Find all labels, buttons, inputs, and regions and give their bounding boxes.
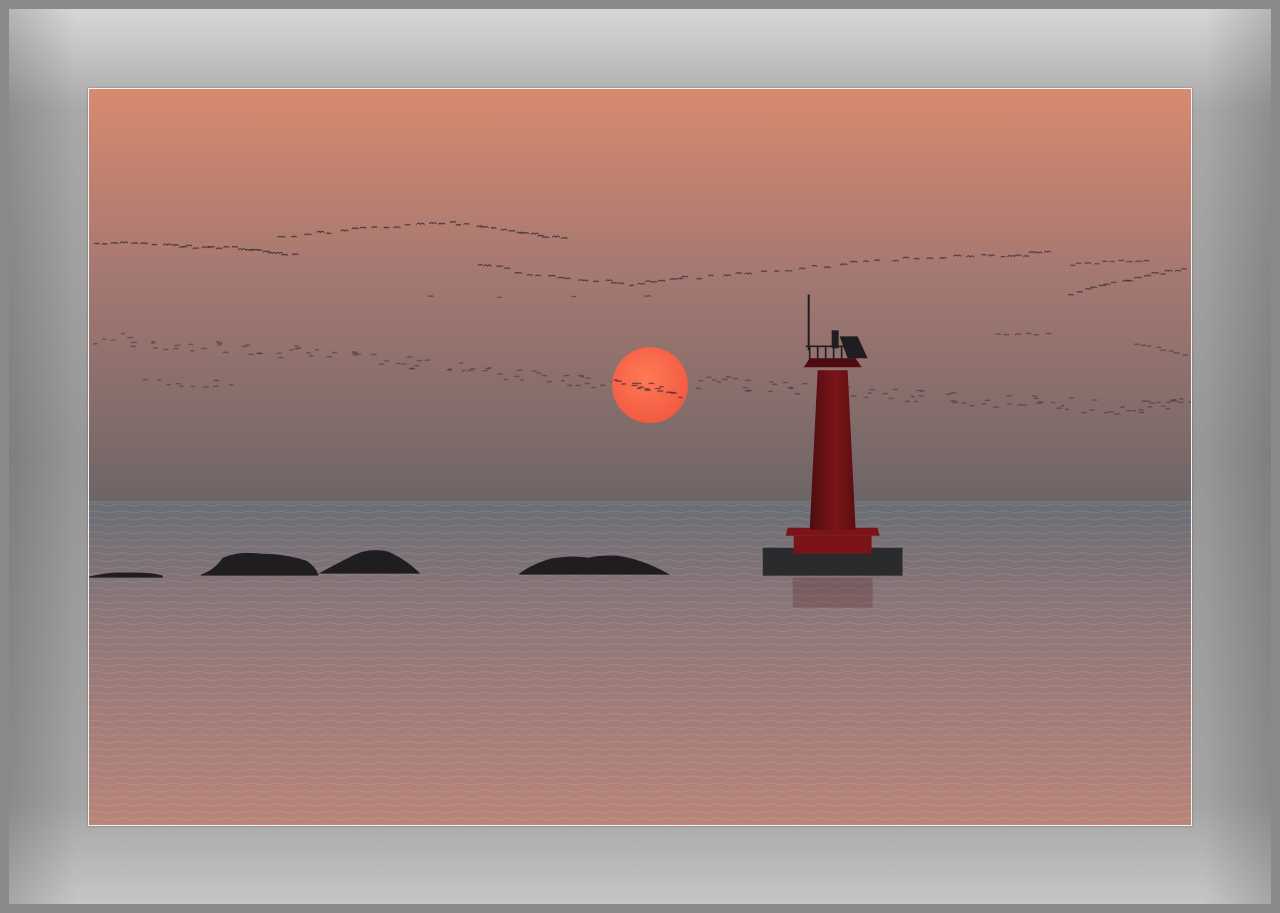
setting-sun bbox=[612, 347, 688, 424]
lighthouse-reflection bbox=[792, 577, 873, 608]
sea-ripples bbox=[89, 501, 1191, 825]
picture-frame bbox=[0, 0, 1280, 913]
sky bbox=[89, 89, 1191, 502]
sunset-photo bbox=[88, 88, 1192, 826]
sunset-scene bbox=[89, 89, 1191, 825]
